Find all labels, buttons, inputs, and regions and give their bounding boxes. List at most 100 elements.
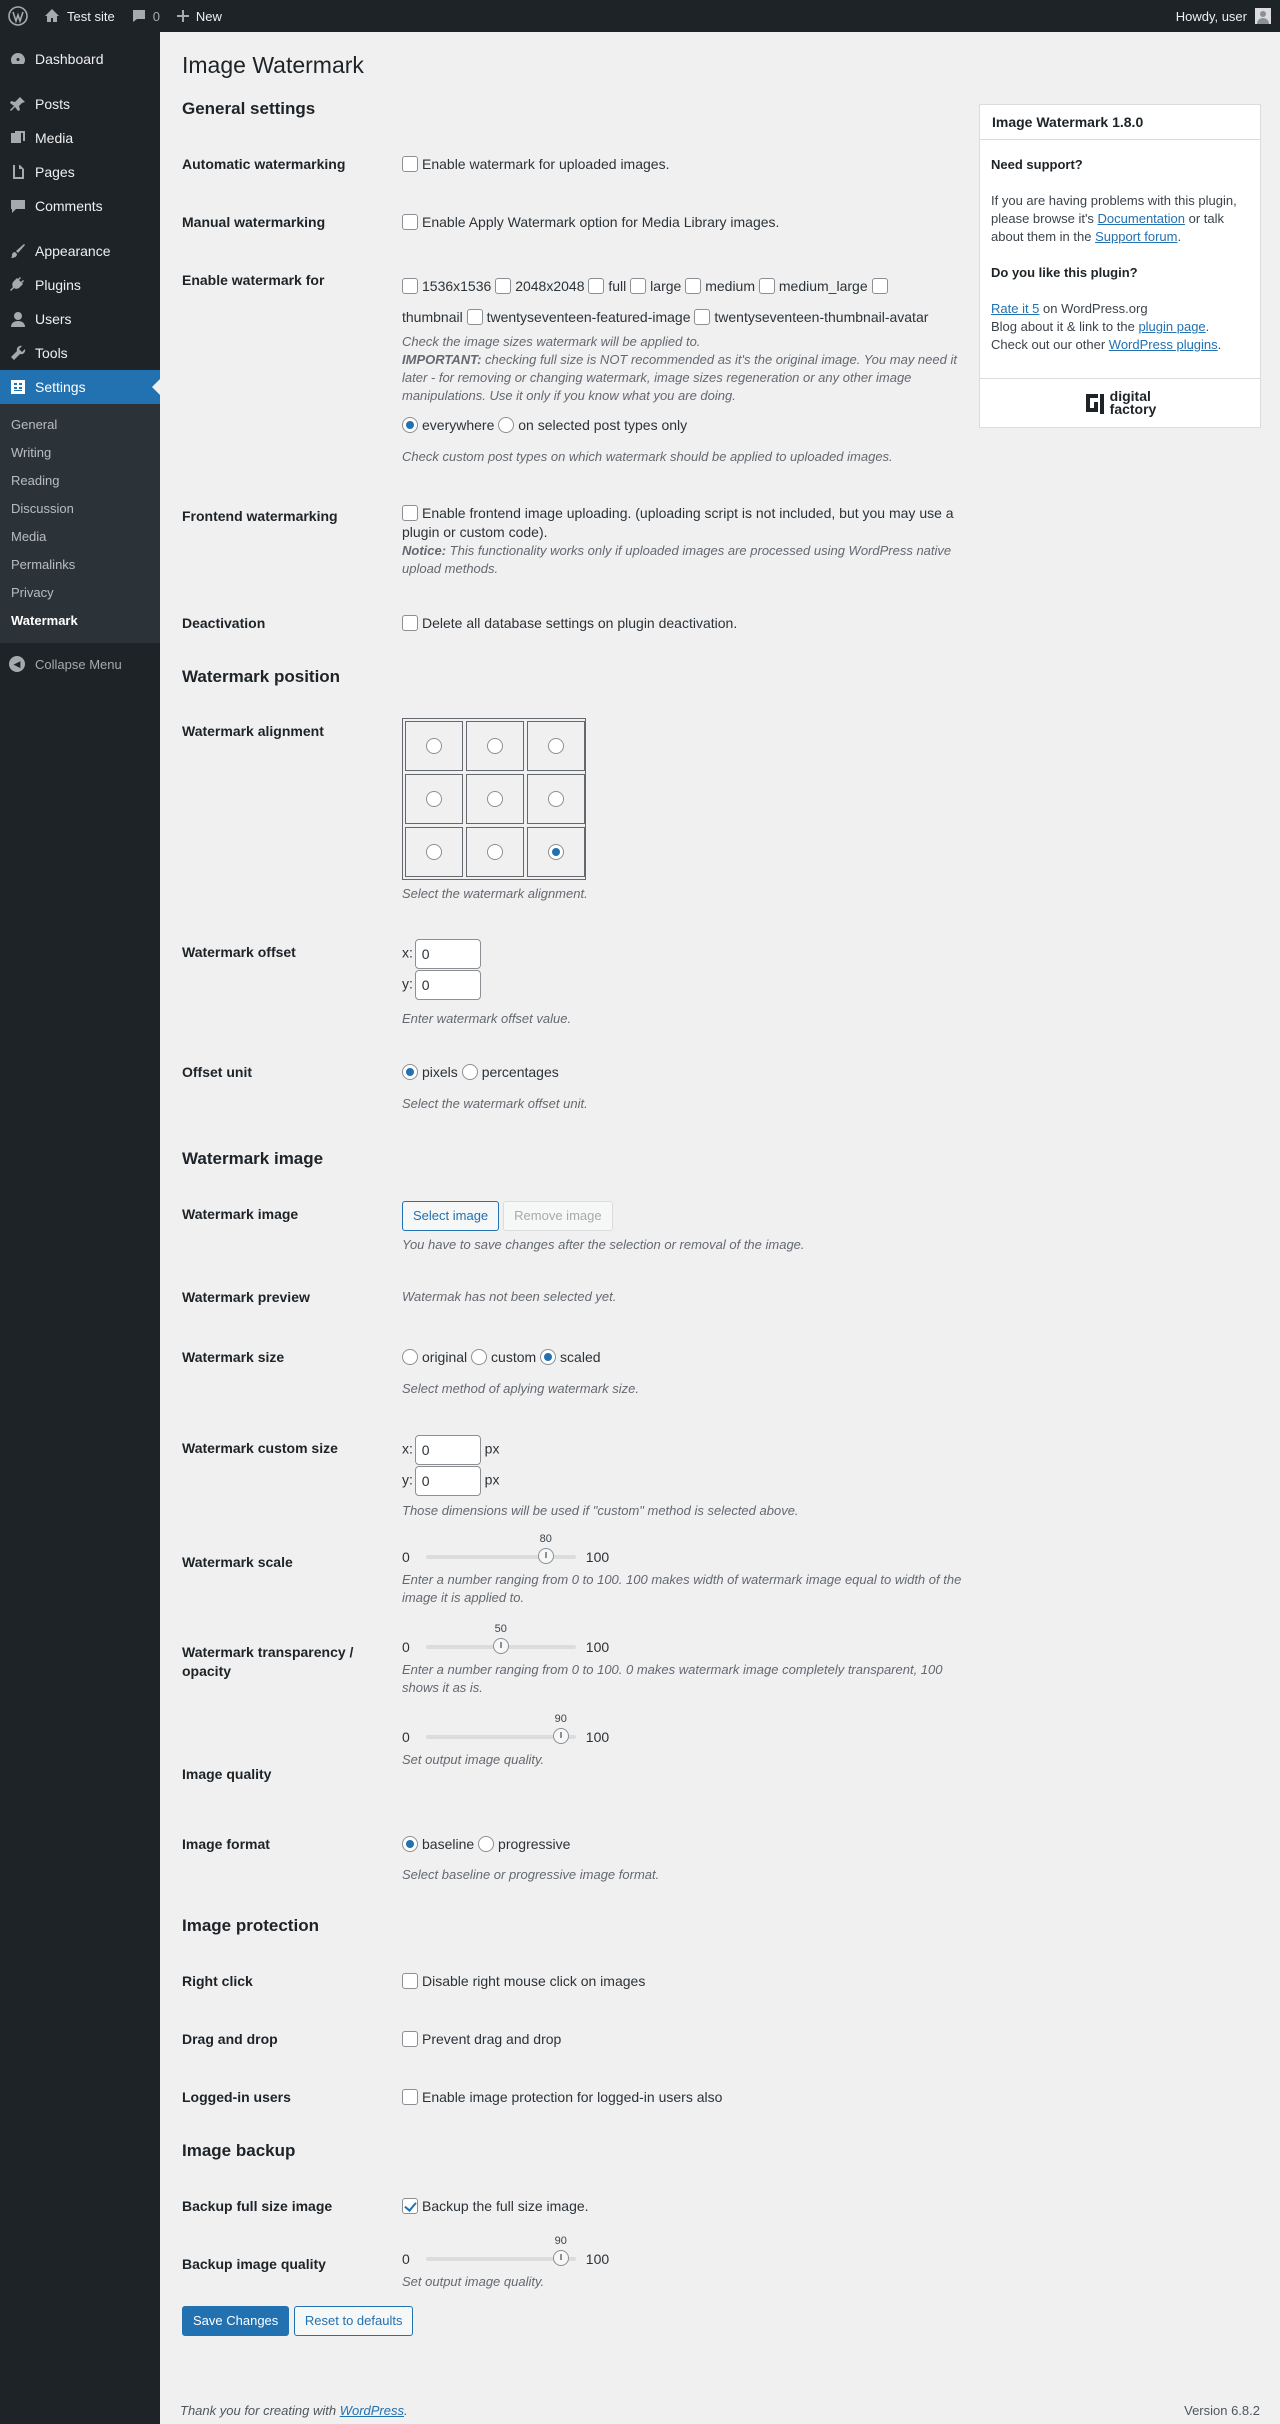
pixels-radio[interactable] xyxy=(402,1064,418,1080)
alignment-cell[interactable] xyxy=(405,721,463,771)
documentation-link[interactable]: Documentation xyxy=(1098,211,1185,226)
menu-item-appearance[interactable]: Appearance xyxy=(0,234,160,268)
frontend-watermarking-checkbox[interactable] xyxy=(402,505,418,521)
image-protection-heading: Image protection xyxy=(182,1916,319,1935)
custom-x-input[interactable]: 0 xyxy=(414,1435,481,1465)
opacity-slider-handle[interactable] xyxy=(492,1638,509,1654)
size-checkbox-medium[interactable] xyxy=(685,278,702,294)
alignment-cell[interactable] xyxy=(527,721,585,771)
alignment-cell[interactable] xyxy=(405,827,463,877)
alignment-cell[interactable] xyxy=(466,827,524,877)
my-account-link[interactable]: Howdy, user xyxy=(1168,0,1280,32)
alignment-cell[interactable] xyxy=(466,721,524,771)
new-content-link[interactable]: New xyxy=(168,0,230,32)
submenu-reading[interactable]: Reading xyxy=(0,467,160,495)
percentages-radio[interactable] xyxy=(461,1064,478,1080)
menu-item-settings[interactable]: Settings xyxy=(0,370,160,404)
submenu-general[interactable]: General xyxy=(0,411,160,439)
howdy-text: Howdy, user xyxy=(1175,8,1247,24)
manual-watermarking-checkbox[interactable] xyxy=(402,214,418,230)
selected-post-types-radio[interactable] xyxy=(498,417,515,433)
everywhere-radio[interactable] xyxy=(402,417,418,433)
custom-y-input[interactable]: 0 xyxy=(414,1466,481,1496)
opacity-slider-track[interactable]: 50 xyxy=(425,1623,576,1654)
alignment-radio[interactable] xyxy=(487,844,503,860)
alignment-cell[interactable] xyxy=(466,774,524,824)
alignment-radio[interactable] xyxy=(426,738,442,754)
important-text: checking full size is NOT recommended as… xyxy=(402,352,957,403)
size-checkbox-1536[interactable] xyxy=(402,278,418,294)
backup-quality-slider-track[interactable]: 90 xyxy=(425,2235,576,2266)
scale-slider-handle[interactable] xyxy=(537,1548,554,1564)
baseline-radio[interactable] xyxy=(402,1836,418,1852)
backup-quality-label: Backup image quality xyxy=(182,2256,326,2272)
drag-drop-checkbox[interactable] xyxy=(402,2031,418,2047)
comments-link[interactable]: 0 xyxy=(123,0,168,32)
backup-full-size-checkbox[interactable] xyxy=(402,2198,418,2214)
submenu-writing[interactable]: Writing xyxy=(0,439,160,467)
comments-count: 0 xyxy=(152,8,160,24)
plugin-page-link[interactable]: plugin page xyxy=(1138,319,1205,334)
menu-item-media[interactable]: Media xyxy=(0,121,160,155)
submenu-watermark[interactable]: Watermark xyxy=(0,607,160,635)
menu-item-users[interactable]: Users xyxy=(0,302,160,336)
submenu-permalinks[interactable]: Permalinks xyxy=(0,551,160,579)
size-checkbox-2048[interactable] xyxy=(495,278,512,294)
automatic-watermarking-checkbox[interactable] xyxy=(402,156,418,172)
rate-link[interactable]: Rate it 5 xyxy=(991,301,1039,316)
backup-quality-slider-handle[interactable] xyxy=(552,2250,569,2266)
site-name-link[interactable]: Test site xyxy=(36,0,123,32)
select-image-button[interactable]: Select image xyxy=(402,1201,500,1231)
alignment-cell[interactable] xyxy=(405,774,463,824)
alignment-radio[interactable] xyxy=(548,738,564,754)
offset-y-input[interactable]: 0 xyxy=(414,970,481,1000)
offset-y-label: y: xyxy=(402,975,413,992)
custom-x-label: x: xyxy=(402,1440,413,1457)
digital-factory-logo[interactable]: digital factory xyxy=(980,378,1260,427)
quality-slider-track[interactable]: 90 xyxy=(425,1713,576,1744)
menu-item-pages[interactable]: Pages xyxy=(0,155,160,189)
collapse-arrow-icon: ◀ xyxy=(9,656,25,672)
collapse-menu-button[interactable]: ◀ Collapse Menu xyxy=(0,647,160,681)
alignment-radio[interactable] xyxy=(426,791,442,807)
logged-in-users-checkbox[interactable] xyxy=(402,2089,418,2105)
right-click-checkbox[interactable] xyxy=(402,1973,418,1989)
offset-x-input[interactable]: 0 xyxy=(414,939,481,969)
remove-image-button[interactable]: Remove image xyxy=(503,1201,613,1231)
alignment-cell[interactable] xyxy=(527,827,585,877)
submenu-media[interactable]: Media xyxy=(0,523,160,551)
menu-item-posts[interactable]: Posts xyxy=(0,87,160,121)
reset-defaults-button[interactable]: Reset to defaults xyxy=(293,2306,414,2336)
alignment-cell[interactable] xyxy=(527,774,585,824)
size-checkbox-medium-large[interactable] xyxy=(758,278,775,294)
size-checkbox-thumbnail[interactable] xyxy=(871,278,888,294)
alignment-radio[interactable] xyxy=(426,844,442,860)
alignment-radio[interactable] xyxy=(487,738,503,754)
scale-slider-track[interactable]: 80 xyxy=(425,1533,576,1564)
size-checkbox-featured[interactable] xyxy=(466,309,483,325)
submenu-privacy[interactable]: Privacy xyxy=(0,579,160,607)
alignment-radio[interactable] xyxy=(548,791,564,807)
submenu-discussion[interactable]: Discussion xyxy=(0,495,160,523)
menu-item-comments[interactable]: Comments xyxy=(0,189,160,223)
image-format-description: Select baseline or progressive image for… xyxy=(402,1867,660,1882)
size-checkbox-large[interactable] xyxy=(630,278,647,294)
size-checkbox-avatar[interactable] xyxy=(694,309,711,325)
size-original-radio[interactable] xyxy=(402,1349,418,1365)
save-changes-button[interactable]: Save Changes xyxy=(182,2306,290,2336)
menu-item-dashboard[interactable]: Dashboard xyxy=(0,42,160,76)
alignment-radio[interactable] xyxy=(548,844,564,860)
wordpress-logo-icon[interactable] xyxy=(0,0,36,32)
wordpress-link[interactable]: WordPress xyxy=(340,2403,404,2418)
progressive-radio[interactable] xyxy=(478,1836,495,1852)
quality-slider-handle[interactable] xyxy=(552,1728,569,1744)
size-custom-radio[interactable] xyxy=(471,1349,488,1365)
alignment-radio[interactable] xyxy=(487,791,503,807)
deactivation-checkbox[interactable] xyxy=(402,615,418,631)
menu-item-tools[interactable]: Tools xyxy=(0,336,160,370)
menu-item-plugins[interactable]: Plugins xyxy=(0,268,160,302)
wordpress-plugins-link[interactable]: WordPress plugins xyxy=(1109,337,1218,352)
size-checkbox-full[interactable] xyxy=(588,278,605,294)
support-forum-link[interactable]: Support forum xyxy=(1095,229,1177,244)
size-scaled-radio[interactable] xyxy=(540,1349,557,1365)
